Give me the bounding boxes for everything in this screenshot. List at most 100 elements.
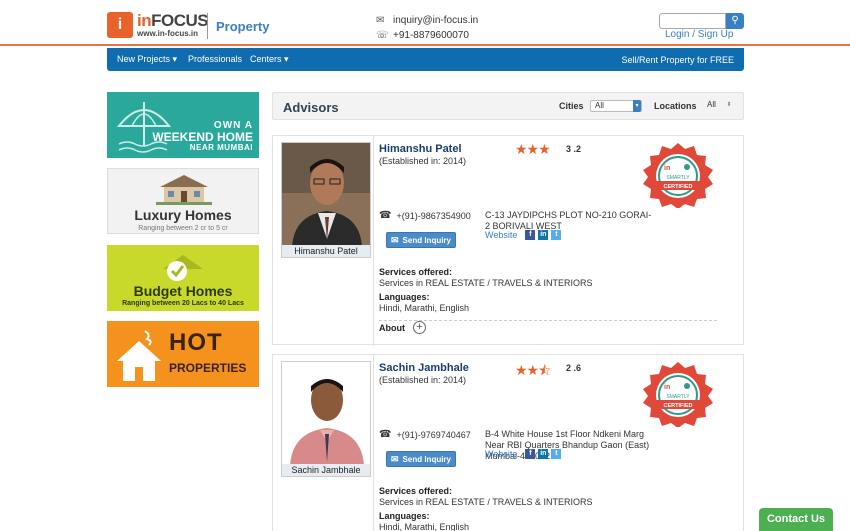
page-title: Advisors (283, 100, 339, 115)
services-label: Services offered: (379, 486, 453, 496)
advisor-address: C-13 JAYDIPCHS PLOT NO-210 GORAI-2 BORIV… (485, 210, 652, 231)
about-toggle[interactable]: About + (379, 321, 426, 334)
divider (379, 320, 717, 321)
envelope-icon: ✉ (391, 453, 399, 464)
languages-value: Hindi, Marathi, English (379, 303, 470, 313)
nav-centers[interactable]: Centers ▾ (250, 54, 289, 65)
button-label: Send Inquiry (402, 235, 451, 245)
cities-label: Cities (559, 101, 584, 111)
advisor-links: Website f in t (485, 230, 562, 240)
search-icon: ⚲ (731, 15, 739, 26)
contact-us-button[interactable]: Contact Us (759, 508, 833, 531)
login-link[interactable]: Login / Sign Up (665, 29, 733, 40)
banner-title: Luxury Homes (134, 207, 232, 223)
advisor-phone: ☎ +(91)-9769740467 (379, 429, 471, 440)
languages-label: Languages: (379, 511, 430, 521)
advisor-photo[interactable]: Himanshu Patel (281, 142, 371, 258)
phone-number: +(91)-9867354900 (396, 210, 471, 221)
badge-line: CERTIFIED (663, 184, 692, 190)
banner-luxury-homes[interactable]: Luxury Homes Ranging between 2 cr to 5 c… (107, 168, 259, 234)
advisor-links: Website f in t (485, 449, 562, 459)
envelope-icon: ✉ (391, 234, 399, 245)
advisor-card: Himanshu Patel Himanshu Patel (Establish… (272, 135, 744, 346)
nav-label: New Projects (117, 54, 171, 64)
send-inquiry-button[interactable]: ✉ Send Inquiry (386, 232, 456, 248)
divider (373, 355, 374, 531)
nav-label: Professionals (188, 54, 243, 64)
badge-brand: in (664, 165, 670, 172)
banner-subtitle: Ranging between 20 Lacs to 40 Lacs (122, 300, 244, 307)
website-link[interactable]: Website (485, 449, 517, 459)
rating-stars: ★★★ (515, 141, 551, 157)
badge-line: CERTIFIED (663, 403, 692, 409)
badge-line: SMARTLY (666, 394, 690, 400)
house-illustration (156, 175, 212, 205)
twitter-icon[interactable]: t (551, 449, 562, 459)
banner-subtitle: Ranging between 2 cr to 5 cr (138, 225, 228, 232)
phone-icon: ☎ (379, 429, 392, 440)
section-title[interactable]: Property (216, 19, 269, 34)
advisor-established: (Established in: 2014) (379, 156, 467, 166)
banner-line: WEEKEND HOME (152, 130, 253, 144)
about-label: About (379, 322, 405, 333)
email-icon: ✉ (376, 15, 385, 26)
house-icon (117, 330, 161, 381)
chevron-down-icon: ▾ (172, 54, 178, 64)
advisor-established: (Established in: 2014) (379, 375, 467, 385)
main-nav: New Projects ▾ Professionals Centers ▾ S… (107, 48, 744, 71)
linkedin-icon[interactable]: in (538, 230, 549, 240)
banner-line: NEAR MUMBAI (189, 143, 253, 152)
facebook-icon[interactable]: f (525, 449, 536, 459)
photo-caption: Himanshu Patel (282, 245, 370, 257)
person-photo (282, 143, 370, 247)
search-input[interactable] (659, 13, 726, 29)
banner-hot-properties[interactable]: HOT PROPERTIES (107, 321, 259, 387)
plus-icon[interactable]: + (413, 321, 426, 334)
services-value: Services in REAL ESTATE / TRAVELS & INTE… (379, 278, 593, 288)
phone-number: +(91)-9769740467 (396, 429, 471, 440)
website-link[interactable]: Website (485, 230, 517, 240)
advisor-phone: ☎ +(91)-9867354900 (379, 210, 471, 221)
logo-icon[interactable]: i (107, 12, 133, 38)
banner-subtitle: PROPERTIES (169, 361, 247, 375)
phone-icon: ☎ (379, 210, 392, 221)
locations-value: All (707, 100, 716, 109)
rating-stars: ★★⯪ (515, 362, 551, 378)
advisor-name[interactable]: Himanshu Patel (379, 143, 462, 155)
header-phone: +91-8879600070 (393, 30, 469, 41)
chevron-down-icon: ▾ (633, 100, 641, 112)
person-photo (282, 362, 370, 466)
banner-weekend-home[interactable]: OWN A WEEKEND HOME NEAR MUMBAI (107, 92, 259, 158)
nav-new-projects[interactable]: New Projects ▾ (117, 54, 177, 65)
logo-brand-focus: FOCUS (151, 11, 209, 30)
smartly-certified-badge: in SMARTLY CERTIFIED (643, 143, 713, 208)
facebook-icon[interactable]: f (525, 230, 536, 240)
search-button[interactable]: ⚲ (726, 13, 744, 29)
cities-select[interactable]: All ▾ (590, 100, 642, 112)
banner-budget-homes[interactable]: Budget Homes Ranging between 20 Lacs to … (107, 245, 259, 311)
languages-label: Languages: (379, 292, 430, 302)
rating-value: 3 .2 (566, 144, 582, 154)
header-email[interactable]: inquiry@in-focus.in (393, 15, 478, 26)
header-contact: ✉ inquiry@in-focus.in ☏ +91-8879600070 (376, 13, 478, 43)
services-value: Services in REAL ESTATE / TRAVELS & INTE… (379, 497, 593, 507)
send-inquiry-button[interactable]: ✉ Send Inquiry (386, 451, 456, 467)
advisor-photo[interactable]: Sachin Jambhale (281, 361, 371, 477)
nav-professionals[interactable]: Professionals (188, 54, 242, 64)
sell-rent-link[interactable]: Sell/Rent Property for FREE (621, 55, 734, 65)
cities-value: All (595, 101, 604, 110)
linkedin-icon[interactable]: in (538, 449, 549, 459)
logo-divider (207, 13, 208, 39)
advisor-name[interactable]: Sachin Jambhale (379, 362, 469, 374)
button-label: Send Inquiry (402, 454, 451, 464)
phone-icon: ☏ (376, 30, 389, 41)
languages-value: Hindi, Marathi, English (379, 522, 470, 531)
twitter-icon[interactable]: t (551, 230, 562, 240)
chevron-down-icon: ⬍ (726, 102, 732, 108)
photo-caption: Sachin Jambhale (282, 464, 370, 476)
advisors-header: Advisors Cities All ▾ Locations All ⬍ (272, 92, 744, 120)
advisor-card: Sachin Jambhale Sachin Jambhale (Establi… (272, 354, 744, 531)
check-house-icon (163, 255, 203, 281)
logo-brand[interactable]: inFOCUS (137, 11, 209, 31)
locations-select[interactable]: All ⬍ (703, 100, 733, 112)
